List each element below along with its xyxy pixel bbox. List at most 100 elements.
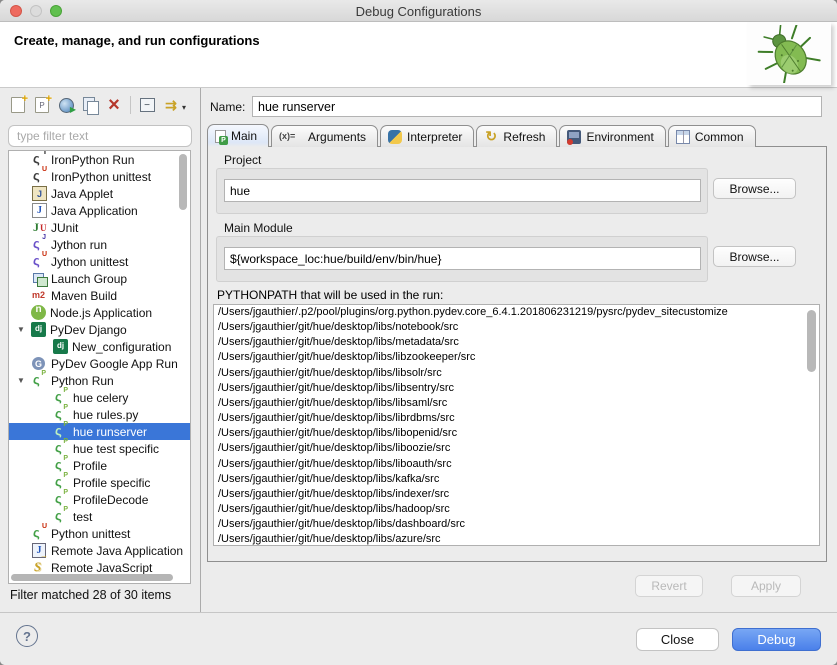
- python-run-icon: [53, 475, 69, 490]
- tree-item[interactable]: Node.js Application: [9, 304, 190, 321]
- main-module-browse-button[interactable]: Browse...: [713, 246, 796, 267]
- jython-unittest-icon: [31, 254, 47, 269]
- pythonpath-entry[interactable]: /Users/jgauthier/git/hue/desktop/libs/no…: [214, 320, 819, 335]
- duplicate-launch-configuration-icon[interactable]: [78, 93, 102, 117]
- expand-collapse-icon[interactable]: ▼: [16, 376, 26, 385]
- main-module-input[interactable]: [224, 247, 701, 270]
- pythonpath-entry[interactable]: /Users/jgauthier/git/hue/desktop/libs/li…: [214, 396, 819, 411]
- filter-input[interactable]: [8, 125, 192, 147]
- project-input[interactable]: [224, 179, 701, 202]
- pythonpath-entry[interactable]: /Users/jgauthier/git/hue/desktop/libs/li…: [214, 441, 819, 456]
- tree-item-label: Python Run: [51, 374, 114, 388]
- close-button[interactable]: Close: [636, 628, 719, 651]
- tree-item[interactable]: Java Applet: [9, 185, 190, 202]
- tree-item[interactable]: Jython run: [9, 236, 190, 253]
- python-run-icon: [31, 373, 47, 388]
- delete-launch-configuration-icon[interactable]: [102, 93, 126, 117]
- tab-interpreter[interactable]: Interpreter: [380, 125, 474, 147]
- new-prototype-icon[interactable]: [30, 93, 54, 117]
- pythonpath-list[interactable]: /Users/jgauthier/.p2/pool/plugins/org.py…: [213, 304, 820, 546]
- tree-item-label: Java Application: [51, 204, 138, 218]
- tab-refresh[interactable]: Refresh: [476, 125, 557, 147]
- tree-item[interactable]: hue celery: [9, 389, 190, 406]
- tree-item[interactable]: Java Application: [9, 202, 190, 219]
- tree-item[interactable]: test: [9, 508, 190, 525]
- launch-types-pane: IronPython Run IronPython unittest Java Ap…: [0, 88, 201, 612]
- pythonpath-entry[interactable]: /Users/jgauthier/git/hue/desktop/libs/li…: [214, 426, 819, 441]
- tree-item[interactable]: Profile: [9, 457, 190, 474]
- pythonpath-entry[interactable]: /Users/jgauthier/git/hue/desktop/libs/ha…: [214, 502, 819, 517]
- pythonpath-scrollbar[interactable]: [807, 310, 816, 372]
- pythonpath-entry[interactable]: /Users/jgauthier/git/hue/desktop/libs/me…: [214, 335, 819, 350]
- pythonpath-entry[interactable]: /Users/jgauthier/.p2/pool/plugins/org.py…: [214, 305, 819, 320]
- tab-common[interactable]: Common: [668, 125, 756, 147]
- tree-item[interactable]: IronPython unittest: [9, 168, 190, 185]
- tree-vertical-scrollbar[interactable]: [179, 154, 187, 210]
- pythonpath-entry[interactable]: /Users/jgauthier/git/hue/desktop/libs/az…: [214, 532, 819, 546]
- tree-item[interactable]: hue rules.py: [9, 406, 190, 423]
- configurations-tree[interactable]: IronPython Run IronPython unittest Java Ap…: [8, 150, 191, 584]
- revert-button[interactable]: Revert: [635, 575, 703, 597]
- name-label: Name:: [210, 100, 245, 114]
- tab-main[interactable]: Main: [207, 124, 269, 147]
- launch-toolbar: [6, 91, 183, 119]
- tree-item[interactable]: hue runserver: [9, 423, 190, 440]
- debug-button[interactable]: Debug: [732, 628, 821, 651]
- tree-item[interactable]: IronPython Run: [9, 151, 190, 168]
- tree-horizontal-scrollbar[interactable]: [11, 574, 173, 581]
- tab-arguments[interactable]: Arguments: [271, 125, 378, 147]
- filter-launch-configurations-icon[interactable]: [159, 93, 183, 117]
- tree-item[interactable]: ProfileDecode: [9, 491, 190, 508]
- remote-java-application-icon: [31, 543, 47, 558]
- tree-item[interactable]: ▼ Python Run: [9, 372, 190, 389]
- tree-item[interactable]: PyDev Google App Run: [9, 355, 190, 372]
- tree-item[interactable]: Maven Build: [9, 287, 190, 304]
- pythonpath-entry[interactable]: /Users/jgauthier/git/hue/desktop/libs/da…: [214, 517, 819, 532]
- project-browse-button[interactable]: Browse...: [713, 178, 796, 199]
- nodejs-application-icon: [31, 305, 46, 320]
- collapse-all-icon[interactable]: [135, 93, 159, 117]
- tree-item-label: IronPython unittest: [51, 170, 151, 184]
- tab-label: Main: [231, 129, 257, 143]
- pythonpath-entry[interactable]: /Users/jgauthier/git/hue/desktop/libs/in…: [214, 487, 819, 502]
- debug-bug-icon: [747, 22, 831, 85]
- refresh-tab-icon: [484, 130, 498, 144]
- tab-environment[interactable]: Environment: [559, 125, 665, 147]
- tree-item-label: Python unittest: [51, 527, 130, 541]
- pythonpath-label: PYTHONPATH that will be used in the run:: [217, 288, 443, 302]
- tree-item[interactable]: Python unittest: [9, 525, 190, 542]
- tree-item[interactable]: JUnit: [9, 219, 190, 236]
- tree-item-label: Java Applet: [51, 187, 113, 201]
- tree-item[interactable]: Launch Group: [9, 270, 190, 287]
- apply-button[interactable]: Apply: [731, 575, 801, 597]
- tree-item[interactable]: Remote Java Application: [9, 542, 190, 559]
- expand-collapse-icon[interactable]: ▼: [16, 325, 26, 334]
- tree-item-label: hue runserver: [73, 425, 147, 439]
- tree-item-label: hue test specific: [73, 442, 159, 456]
- tree-item[interactable]: Profile specific: [9, 474, 190, 491]
- main-module-group-label: Main Module: [224, 221, 293, 235]
- pythonpath-entry[interactable]: /Users/jgauthier/git/hue/desktop/libs/li…: [214, 350, 819, 365]
- new-launch-configuration-icon[interactable]: [6, 93, 30, 117]
- help-button[interactable]: ?: [16, 625, 38, 647]
- pythonpath-entry[interactable]: /Users/jgauthier/git/hue/desktop/libs/li…: [214, 411, 819, 426]
- window-title: Debug Configurations: [0, 4, 837, 19]
- pydev-google-app-run-icon: [31, 356, 47, 371]
- tree-item[interactable]: New_configuration: [9, 338, 190, 355]
- titlebar[interactable]: Debug Configurations: [0, 0, 837, 22]
- tree-item[interactable]: Jython unittest: [9, 253, 190, 270]
- tree-item[interactable]: hue test specific: [9, 440, 190, 457]
- pydev-django-icon: [31, 322, 46, 337]
- python-run-icon: [53, 458, 69, 473]
- main-area: IronPython Run IronPython unittest Java Ap…: [0, 88, 837, 612]
- junit-icon: [31, 220, 47, 235]
- pythonpath-entry[interactable]: /Users/jgauthier/git/hue/desktop/libs/li…: [214, 457, 819, 472]
- name-input[interactable]: [252, 96, 822, 117]
- interpreter-tab-icon: [388, 130, 402, 144]
- export-launch-configuration-icon[interactable]: [54, 93, 78, 117]
- pythonpath-entry[interactable]: /Users/jgauthier/git/hue/desktop/libs/ka…: [214, 472, 819, 487]
- tree-item-label: hue celery: [73, 391, 128, 405]
- tree-item[interactable]: ▼PyDev Django: [9, 321, 190, 338]
- pythonpath-entry[interactable]: /Users/jgauthier/git/hue/desktop/libs/li…: [214, 366, 819, 381]
- pythonpath-entry[interactable]: /Users/jgauthier/git/hue/desktop/libs/li…: [214, 381, 819, 396]
